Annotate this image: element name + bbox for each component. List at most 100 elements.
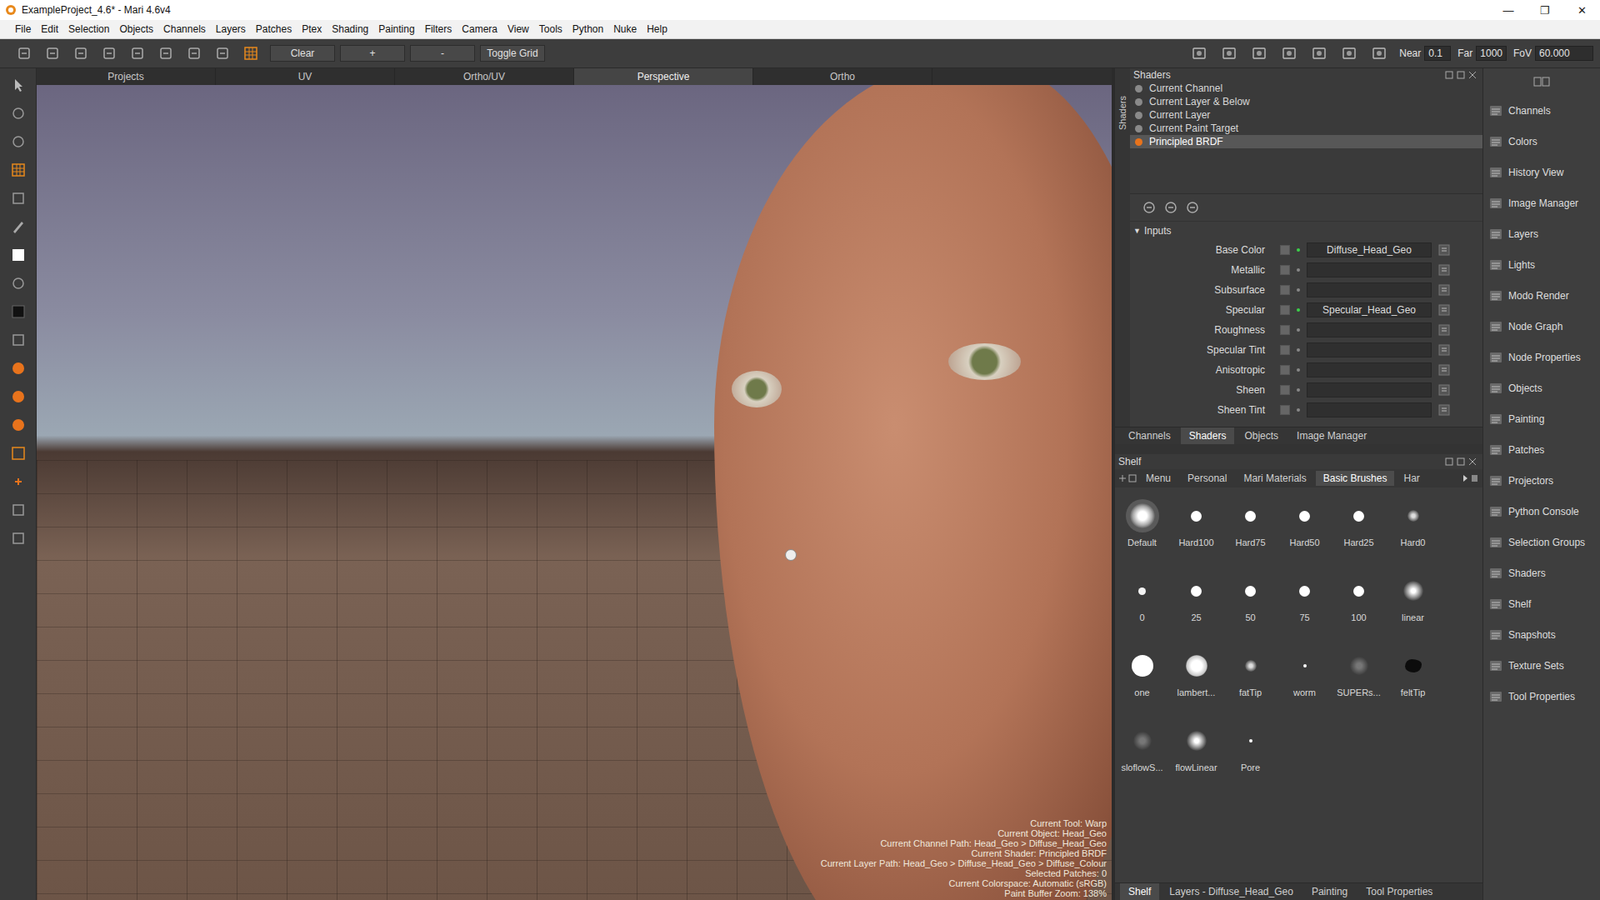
input-channel-field[interactable]: Diffuse_Head_Geo	[1306, 242, 1432, 258]
palette-item[interactable]: Shelf	[1483, 588, 1600, 620]
tool-icon[interactable]	[130, 45, 145, 61]
menu-item[interactable]: Edit	[35, 23, 64, 35]
view-option-icon[interactable]	[1220, 45, 1238, 61]
palette-item[interactable]: Channels	[1483, 95, 1600, 126]
brush-preset[interactable]: fatTip	[1223, 649, 1278, 725]
palette-item[interactable]: Lights	[1483, 249, 1600, 280]
brush-preset[interactable]: 50	[1223, 574, 1278, 650]
toolbar-button[interactable]: Toggle Grid	[480, 45, 545, 62]
menu-item[interactable]: View	[502, 23, 535, 35]
tool-icon[interactable]	[186, 45, 202, 61]
view-option-icon[interactable]	[1250, 45, 1268, 61]
dock-tab[interactable]: Shaders	[1180, 427, 1235, 445]
menu-item[interactable]: Patches	[250, 23, 297, 35]
menu-item[interactable]: Help	[641, 23, 673, 35]
shelf-tab[interactable]: Personal	[1180, 470, 1235, 486]
input-channel-field[interactable]	[1306, 382, 1432, 398]
grid-tool-icon[interactable]	[10, 161, 27, 179]
tab-scroll-icon[interactable]	[1460, 473, 1480, 484]
camera-field-input[interactable]: 0.1	[1424, 45, 1451, 61]
brush-preset[interactable]: one	[1115, 649, 1170, 725]
shelf-tab[interactable]: Mari Materials	[1235, 470, 1314, 486]
palette-window-buttons-icon[interactable]	[1444, 70, 1478, 80]
shelf-add-icon[interactable]	[1118, 473, 1137, 484]
input-channel-field[interactable]	[1306, 362, 1432, 378]
box-tool-icon[interactable]	[10, 530, 27, 547]
brush-preset[interactable]: flowLinear	[1169, 724, 1224, 800]
input-menu-icon[interactable]	[1438, 364, 1450, 376]
brush-preset[interactable]: Default	[1115, 499, 1170, 575]
palette-window-buttons-icon[interactable]	[1444, 457, 1478, 466]
dock-tab[interactable]: Painting	[1303, 883, 1356, 900]
menu-item[interactable]: Tools	[534, 23, 568, 35]
orange-tool-icon[interactable]	[10, 360, 27, 377]
input-checkbox[interactable]	[1280, 265, 1290, 275]
circle-tool-icon[interactable]	[10, 133, 27, 150]
circle-tool-icon[interactable]	[10, 105, 27, 122]
view-tab[interactable]: Ortho/UV	[395, 68, 575, 85]
palette-item[interactable]: Painting	[1483, 403, 1600, 435]
view-option-icon[interactable]	[1280, 45, 1298, 61]
input-checkbox[interactable]	[1280, 405, 1290, 415]
palette-item[interactable]: Texture Sets	[1483, 650, 1600, 681]
palette-item[interactable]: Patches	[1483, 434, 1600, 465]
brush-preset[interactable]: Pore	[1223, 724, 1278, 800]
shader-action-icon[interactable]	[1185, 200, 1200, 215]
shelf-tab[interactable]: Basic Brushes	[1315, 470, 1395, 486]
orange-tool-icon[interactable]	[10, 416, 27, 434]
shader-item[interactable]: Current Paint Target	[1130, 121, 1483, 135]
shelf-tab[interactable]: Menu	[1138, 470, 1179, 486]
palette-item[interactable]: Layers	[1483, 218, 1600, 250]
palette-item[interactable]: Modo Render	[1483, 280, 1600, 311]
palette-item[interactable]: History View	[1483, 156, 1600, 188]
palette-list-menu-icon[interactable]	[1533, 76, 1550, 87]
palette-item[interactable]: Python Console	[1483, 495, 1600, 527]
toolbar-button[interactable]: +	[340, 45, 405, 62]
input-menu-icon[interactable]	[1438, 284, 1450, 296]
shader-item[interactable]: Current Layer & Below	[1130, 95, 1483, 109]
plus-tool-icon[interactable]	[10, 473, 27, 490]
palette-item[interactable]: Projectors	[1483, 465, 1600, 496]
palette-item[interactable]: Snapshots	[1483, 619, 1600, 650]
input-checkbox[interactable]	[1280, 305, 1290, 315]
brush-preset[interactable]: 100	[1331, 574, 1386, 650]
view-option-icon[interactable]	[1340, 45, 1358, 61]
tool-icon[interactable]	[16, 45, 32, 61]
brush-preset[interactable]: feltTip	[1385, 649, 1440, 725]
palette-item[interactable]: Node Graph	[1483, 310, 1600, 342]
input-menu-icon[interactable]	[1438, 344, 1450, 356]
box-tool-icon[interactable]	[10, 190, 27, 207]
circle-tool-icon[interactable]	[10, 275, 27, 292]
menu-item[interactable]: File	[10, 23, 36, 35]
input-menu-icon[interactable]	[1438, 404, 1450, 416]
menu-item[interactable]: Ptex	[296, 23, 327, 35]
brush-preset[interactable]: lambert...	[1169, 649, 1224, 725]
shader-item[interactable]: Current Layer	[1130, 108, 1483, 122]
dock-tab[interactable]: Tool Properties	[1357, 883, 1441, 900]
window-control-button[interactable]: ❐	[1526, 0, 1564, 20]
brush-preset[interactable]: Hard25	[1331, 499, 1386, 575]
tool-icon[interactable]	[73, 45, 89, 61]
grid-toggle-icon[interactable]	[243, 45, 259, 61]
menu-item[interactable]: Channels	[158, 23, 211, 35]
palette-item[interactable]: Shaders	[1483, 557, 1600, 589]
window-control-button[interactable]: ✕	[1563, 0, 1600, 20]
camera-field-input[interactable]: 60.000	[1535, 45, 1594, 61]
menu-item[interactable]: Filters	[420, 23, 458, 35]
palette-item[interactable]: Objects	[1483, 372, 1600, 404]
input-checkbox[interactable]	[1280, 245, 1290, 255]
view-tab[interactable]: Projects	[36, 68, 216, 85]
input-channel-field[interactable]	[1306, 282, 1432, 298]
orangebox-tool-icon[interactable]	[10, 445, 27, 462]
brush-preset[interactable]: Hard0	[1385, 499, 1440, 575]
camera-field-input[interactable]: 1000	[1475, 45, 1507, 61]
menu-item[interactable]: Painting	[373, 23, 420, 35]
palette-item[interactable]: Node Properties	[1483, 341, 1600, 373]
view-tab[interactable]: Perspective	[574, 68, 754, 85]
tool-icon[interactable]	[101, 45, 117, 61]
input-checkbox[interactable]	[1280, 365, 1290, 375]
inputs-group-header[interactable]: ▼Inputs	[1130, 221, 1483, 240]
input-channel-field[interactable]	[1306, 402, 1432, 418]
input-checkbox[interactable]	[1280, 285, 1290, 295]
brush-preset[interactable]: Hard75	[1223, 499, 1278, 575]
